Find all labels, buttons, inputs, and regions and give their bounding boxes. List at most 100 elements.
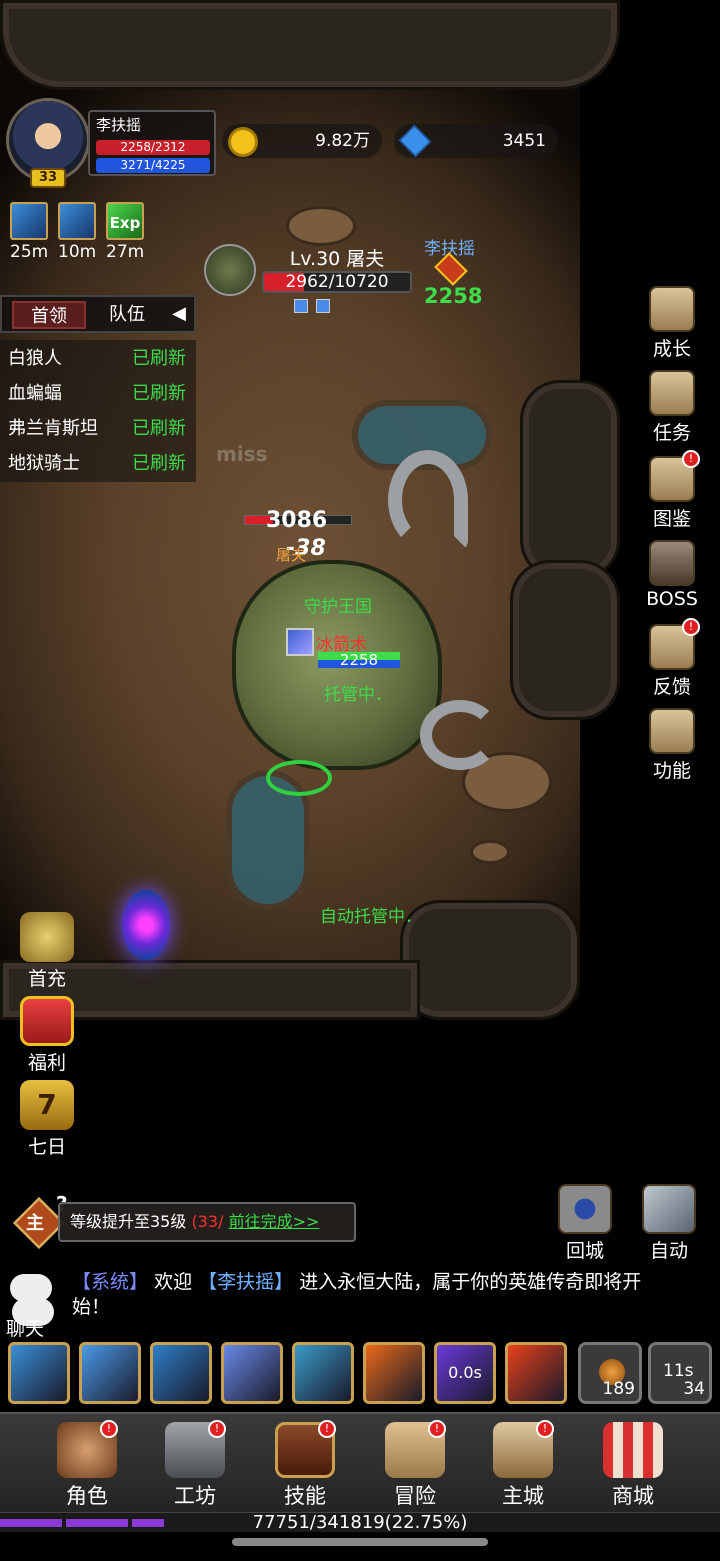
experience-bar: 77751/341819(22.75%) <box>0 1512 720 1533</box>
gold-counter[interactable]: 9.82万 <box>222 124 382 158</box>
nav-label: 角色 <box>66 1484 108 1508</box>
game-field[interactable]: 33 李扶摇 2258/2312 3271/4225 9.82万 3451 Ex… <box>0 0 720 1180</box>
boss-name: 血蝙蝠 <box>8 383 62 404</box>
buff-timer: 25m <box>10 242 49 262</box>
menu-tasks[interactable]: 任务 <box>640 370 704 445</box>
player-name: 李扶摇 <box>96 116 142 134</box>
first-recharge-button[interactable]: 首充 <box>12 912 82 991</box>
auto-battle-button[interactable]: 自动 <box>636 1184 702 1263</box>
item-slot[interactable]: 11s 34 <box>648 1342 712 1404</box>
nav-shop[interactable]: 商城 <box>588 1422 678 1510</box>
skill-slot[interactable] <box>8 1342 70 1404</box>
managed-tag: 托管中． <box>324 685 392 705</box>
monster-label: 屠夫 <box>276 546 307 564</box>
growth-icon <box>649 286 695 332</box>
gold-coin-icon <box>228 127 258 157</box>
return-city-button[interactable]: 回城 <box>552 1184 618 1263</box>
boss-team-tabs: 首领 队伍 ◀ <box>0 295 196 333</box>
skill-slot[interactable] <box>505 1342 567 1404</box>
chat-label[interactable]: 聊天 <box>6 1314 44 1341</box>
boss-status: 已刷新 <box>132 453 186 474</box>
cave-wall-top <box>0 0 620 90</box>
auto-label: 自动 <box>649 1240 688 1262</box>
nav-label: 技能 <box>284 1484 326 1508</box>
buff-timer: 27m <box>106 242 145 262</box>
nav-workshop[interactable]: ! 工坊 <box>150 1420 240 1510</box>
chat-welcome: 欢迎 <box>154 1271 193 1293</box>
claw-weapon <box>420 700 500 770</box>
nav-character[interactable]: ! 角色 <box>42 1420 132 1510</box>
guild-tag: 守护王国 <box>304 597 372 617</box>
skill-slot[interactable] <box>150 1342 212 1404</box>
crossed-swords-icon <box>642 1184 696 1234</box>
gift-icon <box>20 996 74 1046</box>
menu-label: BOSS <box>646 588 698 610</box>
cave-wall-right <box>520 380 620 580</box>
quest-body: 等级提升至35级 (33/ 前往完成>> <box>58 1202 356 1242</box>
skill-slot[interactable] <box>363 1342 425 1404</box>
skill-slot[interactable] <box>292 1342 354 1404</box>
boss-row[interactable]: 地狱骑士 已刷新 <box>8 447 194 481</box>
home-indicator[interactable] <box>232 1538 488 1546</box>
hook-weapon <box>388 450 468 550</box>
menu-codex[interactable]: ! 图鉴 <box>640 450 704 531</box>
enemy-hp-bar: 2962/10720 <box>262 271 412 293</box>
boss-status: 已刷新 <box>132 383 186 404</box>
main-quest-bar[interactable]: 主 ? 等级提升至35级 (33/ 前往完成>> <box>8 1192 358 1250</box>
welfare-button[interactable]: 福利 <box>12 996 82 1075</box>
auto-manage-message: 自动托管中． <box>320 907 422 927</box>
teleport-portal[interactable] <box>122 890 170 960</box>
chat-message: 【系统】 欢迎 【李扶摇】 进入永恒大陆，属于你的英雄传奇即将开始！ <box>72 1270 662 1320</box>
player-status-panel: 李扶摇 2258/2312 3271/4225 <box>88 110 216 176</box>
skill-bar: 0.0s 189 11s 34 <box>8 1342 720 1408</box>
miss-text: miss <box>216 442 268 466</box>
shop-icon <box>603 1422 663 1478</box>
chat-area[interactable]: 聊天 【系统】 欢迎 【李扶摇】 进入永恒大陆，属于你的英雄传奇即将开始！ <box>0 1266 720 1340</box>
tab-boss[interactable]: 首领 <box>12 301 86 329</box>
enemy-name: Lv.30 屠夫 <box>289 248 385 270</box>
money-bag-icon <box>20 912 74 962</box>
exp-buff-icon[interactable]: Exp <box>106 202 144 240</box>
menu-feedback[interactable]: ! 反馈 <box>640 618 704 699</box>
cave-wall-bottom-right <box>400 900 580 1020</box>
bottom-nav: ! 角色 ! 工坊 ! 技能 ! 冒险 ! 主城 商城 <box>0 1412 720 1512</box>
notification-badge: ! <box>318 1420 336 1438</box>
boss-icon <box>649 540 695 586</box>
boss-list: 白狼人 已刷新 血蝙蝠 已刷新 弗兰肯斯坦 已刷新 地狱骑士 已刷新 <box>0 340 196 482</box>
enemy-portrait[interactable] <box>204 244 256 296</box>
collapse-arrow-icon[interactable]: ◀ <box>172 303 186 324</box>
menu-boss[interactable]: BOSS <box>640 540 704 610</box>
menu-label: 成长 <box>652 338 691 360</box>
boss-row[interactable]: 弗兰肯斯坦 已刷新 <box>8 412 194 446</box>
rock <box>286 206 356 246</box>
notification-badge: ! <box>428 1420 446 1438</box>
player-level-badge: 33 <box>30 168 66 188</box>
boss-name: 白狼人 <box>8 348 62 369</box>
nav-main-city[interactable]: ! 主城 <box>478 1420 568 1510</box>
boss-name: 弗兰肯斯坦 <box>8 418 98 439</box>
boss-row[interactable]: 白狼人 已刷新 <box>8 342 194 376</box>
whirlwind-buff-icon[interactable] <box>10 202 48 240</box>
nav-label: 商城 <box>612 1484 654 1508</box>
menu-functions[interactable]: 功能 <box>640 708 704 783</box>
chat-system-tag: 【系统】 <box>72 1271 149 1293</box>
skill-slot[interactable] <box>221 1342 283 1404</box>
nav-adventure[interactable]: ! 冒险 <box>370 1420 460 1510</box>
quest-go-link[interactable]: 前往完成>> <box>229 1212 320 1231</box>
seven-day-button[interactable]: 7 七日 <box>12 1080 82 1159</box>
frost-buff-icon[interactable] <box>58 202 96 240</box>
cave-darkness-bottom <box>0 1000 720 1180</box>
skill-slot[interactable] <box>79 1342 141 1404</box>
tab-team[interactable]: 队伍 <box>94 301 160 329</box>
boss-row[interactable]: 血蝙蝠 已刷新 <box>8 377 194 411</box>
skill-slot[interactable]: 0.0s <box>434 1342 496 1404</box>
enemy-debuff-icon <box>294 299 308 313</box>
menu-growth[interactable]: 成长 <box>640 286 704 361</box>
boss-name: 地狱骑士 <box>8 453 80 474</box>
player-mp-bar: 3271/4225 <box>96 158 210 173</box>
gem-counter[interactable]: 3451 <box>394 124 558 158</box>
nav-skills[interactable]: ! 技能 <box>260 1420 350 1510</box>
damage-number: 3086 <box>266 508 328 533</box>
item-slot[interactable]: 189 <box>578 1342 642 1404</box>
cave-wall-right-lower <box>510 560 620 720</box>
